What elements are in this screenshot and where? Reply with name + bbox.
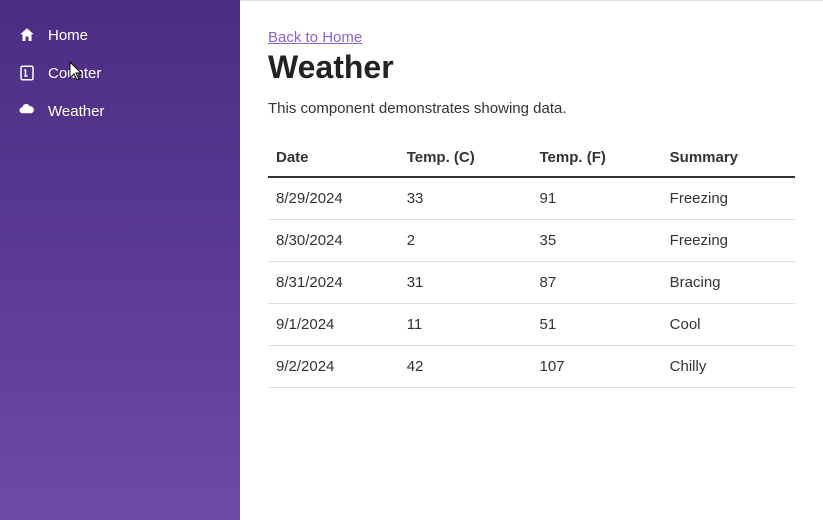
table-cell: 8/31/2024	[268, 262, 399, 304]
sidebar: Home Counter Weather	[0, 0, 240, 520]
table-cell: 8/30/2024	[268, 220, 399, 262]
table-row: 8/31/20243187Bracing	[268, 262, 795, 304]
table-cell: 33	[399, 177, 532, 220]
table-cell: 107	[532, 346, 662, 388]
table-cell: 2	[399, 220, 532, 262]
main-content: Back to Home Weather This component demo…	[240, 0, 823, 520]
table-cell: Freezing	[662, 220, 795, 262]
table-cell: Freezing	[662, 177, 795, 220]
table-header: Temp. (C)	[399, 139, 532, 177]
sidebar-item-weather[interactable]: Weather	[0, 92, 240, 130]
table-header: Date	[268, 139, 399, 177]
weather-table: Date Temp. (C) Temp. (F) Summary 8/29/20…	[268, 139, 795, 388]
home-icon	[18, 26, 36, 44]
sidebar-item-counter[interactable]: Counter	[0, 54, 240, 92]
table-row: 8/29/20243391Freezing	[268, 177, 795, 220]
table-cell: 51	[532, 304, 662, 346]
sidebar-item-label: Counter	[48, 65, 101, 82]
table-cell: Bracing	[662, 262, 795, 304]
counter-icon	[18, 64, 36, 82]
table-cell: Chilly	[662, 346, 795, 388]
sidebar-item-home[interactable]: Home	[0, 16, 240, 54]
table-cell: 42	[399, 346, 532, 388]
page-title: Weather	[268, 49, 795, 86]
table-header: Temp. (F)	[532, 139, 662, 177]
sidebar-item-label: Home	[48, 27, 88, 44]
table-cell: Cool	[662, 304, 795, 346]
page-description: This component demonstrates showing data…	[268, 100, 795, 117]
table-row: 9/1/20241151Cool	[268, 304, 795, 346]
table-header: Summary	[662, 139, 795, 177]
table-row: 8/30/2024235Freezing	[268, 220, 795, 262]
table-cell: 11	[399, 304, 532, 346]
table-cell: 35	[532, 220, 662, 262]
table-header-row: Date Temp. (C) Temp. (F) Summary	[268, 139, 795, 177]
table-cell: 87	[532, 262, 662, 304]
table-cell: 9/2/2024	[268, 346, 399, 388]
sidebar-item-label: Weather	[48, 103, 104, 120]
table-cell: 91	[532, 177, 662, 220]
table-cell: 9/1/2024	[268, 304, 399, 346]
table-cell: 8/29/2024	[268, 177, 399, 220]
table-cell: 31	[399, 262, 532, 304]
back-to-home-link[interactable]: Back to Home	[268, 29, 362, 46]
weather-icon	[18, 102, 36, 120]
table-row: 9/2/202442107Chilly	[268, 346, 795, 388]
